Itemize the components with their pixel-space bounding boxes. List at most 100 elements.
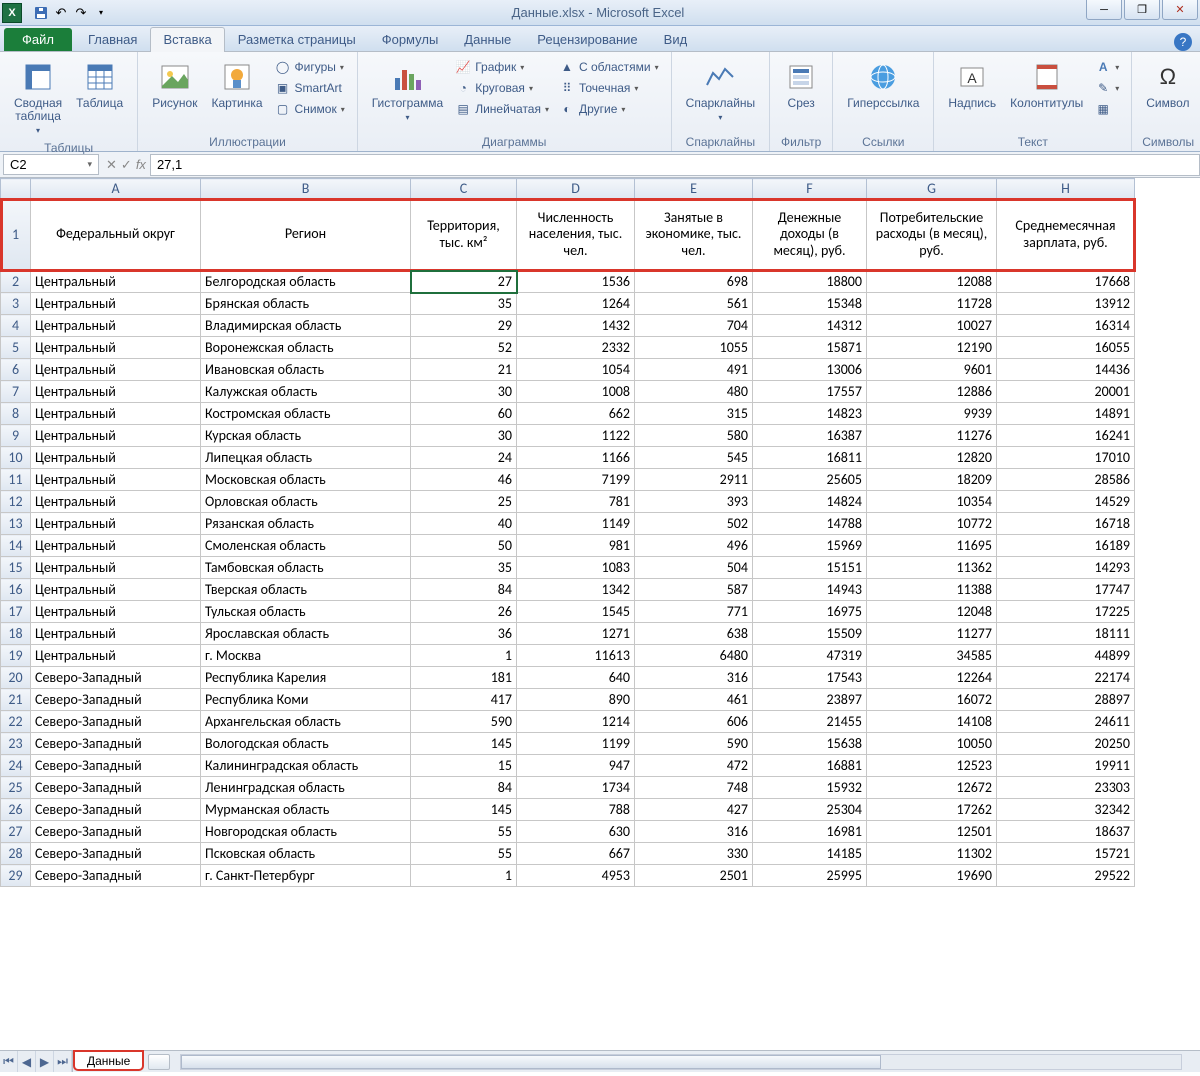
cell[interactable]: 24 [411,447,517,469]
save-icon[interactable] [32,4,50,22]
cell[interactable]: 16981 [753,821,867,843]
tab-insert[interactable]: Вставка [150,27,224,51]
cell[interactable]: 84 [411,579,517,601]
header-cell[interactable]: Регион [201,199,411,271]
scatter-chart-button[interactable]: ⠿Точечная▾ [557,79,661,97]
table-row[interactable]: 9ЦентральныйКурская область3011225801638… [1,425,1135,447]
cell[interactable]: 11362 [867,557,997,579]
cell[interactable]: 18637 [997,821,1135,843]
cell[interactable]: 19911 [997,755,1135,777]
row-header[interactable]: 27 [1,821,31,843]
cell[interactable]: 15 [411,755,517,777]
row-header[interactable]: 2 [1,271,31,293]
cell[interactable]: 14312 [753,315,867,337]
row-header[interactable]: 26 [1,799,31,821]
col-header[interactable]: H [997,179,1135,199]
table-row[interactable]: 12ЦентральныйОрловская область2578139314… [1,491,1135,513]
cell[interactable]: 1 [411,645,517,667]
cell[interactable]: 393 [635,491,753,513]
cell[interactable]: 16241 [997,425,1135,447]
cell[interactable]: г. Санкт-Петербург [201,865,411,887]
row-header[interactable]: 14 [1,535,31,557]
cell[interactable]: 34585 [867,645,997,667]
symbol-button[interactable]: Ω Символ [1142,58,1193,112]
cell[interactable]: Липецкая область [201,447,411,469]
cell[interactable]: 17010 [997,447,1135,469]
cell[interactable]: 16072 [867,689,997,711]
cell[interactable]: 1199 [517,733,635,755]
fx-icon[interactable]: fx [136,157,146,172]
cancel-formula-icon[interactable]: ✕ [106,157,117,173]
cell[interactable]: 491 [635,359,753,381]
cell[interactable]: 748 [635,777,753,799]
cell[interactable]: Калининградская область [201,755,411,777]
cell[interactable]: Северо-Западный [31,667,201,689]
cell[interactable]: 12523 [867,755,997,777]
cell[interactable]: 11613 [517,645,635,667]
cell[interactable]: 12264 [867,667,997,689]
cell[interactable]: 2501 [635,865,753,887]
row-header[interactable]: 8 [1,403,31,425]
table-row[interactable]: 17ЦентральныйТульская область26154577116… [1,601,1135,623]
table-row[interactable]: 18ЦентральныйЯрославская область36127163… [1,623,1135,645]
picture-button[interactable]: Рисунок [148,58,201,112]
cell[interactable]: 20250 [997,733,1135,755]
cell[interactable]: 561 [635,293,753,315]
bar-chart-button[interactable]: ▤Линейчатая▾ [453,100,551,118]
cell[interactable]: 16189 [997,535,1135,557]
table-row[interactable]: 4ЦентральныйВладимирская область29143270… [1,315,1135,337]
column-header-row[interactable]: A B C D E F G H [1,179,1135,199]
cell[interactable]: 11277 [867,623,997,645]
cell[interactable]: Архангельская область [201,711,411,733]
cell[interactable]: 14824 [753,491,867,513]
row-header[interactable]: 1 [1,199,31,271]
row-header[interactable]: 5 [1,337,31,359]
cell[interactable]: 638 [635,623,753,645]
cell[interactable]: 1432 [517,315,635,337]
row-header[interactable]: 10 [1,447,31,469]
cell[interactable]: Тверская область [201,579,411,601]
cell[interactable]: 1054 [517,359,635,381]
grid-table[interactable]: A B C D E F G H 1 Федеральный округ Реги… [0,178,1135,887]
cell[interactable]: 504 [635,557,753,579]
cell[interactable]: 17225 [997,601,1135,623]
table-row[interactable]: 22Северо-ЗападныйАрхангельская область59… [1,711,1135,733]
formula-input[interactable]: 27,1 [150,154,1200,176]
cell[interactable]: 14108 [867,711,997,733]
sheet-nav-next-icon[interactable]: ▶ [36,1051,54,1072]
cell[interactable]: 1 [411,865,517,887]
cell[interactable]: Центральный [31,359,201,381]
cell[interactable]: 15151 [753,557,867,579]
cell[interactable]: 496 [635,535,753,557]
cell[interactable]: 704 [635,315,753,337]
tab-formulas[interactable]: Формулы [369,27,452,51]
cell[interactable]: 16387 [753,425,867,447]
cell[interactable]: 11728 [867,293,997,315]
cell[interactable]: 890 [517,689,635,711]
sheet-nav-last-icon[interactable]: ⏭ [54,1051,72,1072]
cell[interactable]: 12886 [867,381,997,403]
cell[interactable]: 17747 [997,579,1135,601]
row-header[interactable]: 22 [1,711,31,733]
cell[interactable]: 23303 [997,777,1135,799]
cell[interactable]: 44899 [997,645,1135,667]
cell[interactable]: 20001 [997,381,1135,403]
cell[interactable]: 19690 [867,865,997,887]
cell[interactable]: 947 [517,755,635,777]
cell[interactable]: 1734 [517,777,635,799]
minimize-button[interactable]: ─ [1086,0,1122,20]
cell[interactable]: 23897 [753,689,867,711]
cell[interactable]: 15348 [753,293,867,315]
cell[interactable]: 13006 [753,359,867,381]
cell[interactable]: 1264 [517,293,635,315]
cell[interactable]: 18111 [997,623,1135,645]
headerfooter-button[interactable]: Колонтитулы [1006,58,1087,112]
cell[interactable]: 12501 [867,821,997,843]
row-header[interactable]: 16 [1,579,31,601]
row-header[interactable]: 20 [1,667,31,689]
cell[interactable]: 30 [411,381,517,403]
col-header[interactable]: A [31,179,201,199]
cell[interactable]: 14891 [997,403,1135,425]
cell[interactable]: Ивановская область [201,359,411,381]
cell[interactable]: 315 [635,403,753,425]
